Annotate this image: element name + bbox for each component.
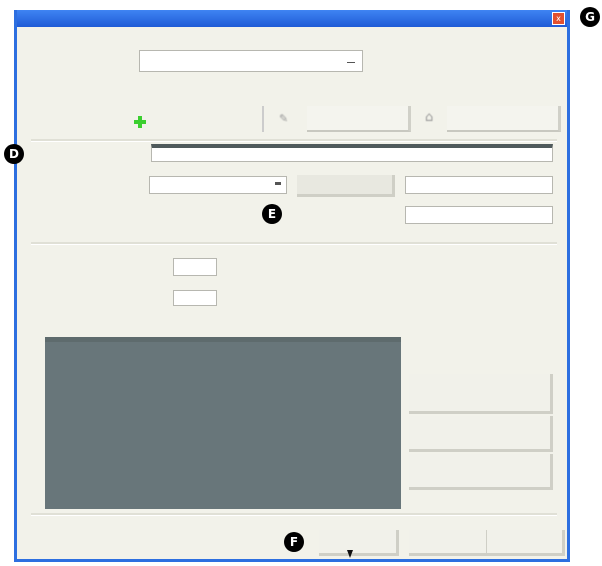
dialog-window: x ✎ ⌂ [14, 10, 570, 562]
remove-button[interactable] [447, 106, 561, 132]
close-icon: x [556, 14, 561, 23]
separator-3 [31, 513, 557, 516]
edit-icon[interactable]: ✎ [279, 112, 288, 125]
marker-g: G [580, 7, 600, 27]
marker-d: D [4, 144, 24, 164]
separator-1 [31, 139, 557, 142]
right-label-1-box [297, 175, 395, 197]
toolbar-divider [262, 106, 264, 132]
add-icon[interactable] [133, 115, 147, 129]
item-list[interactable] [45, 337, 401, 509]
row1-field[interactable] [139, 50, 363, 72]
right-field-1[interactable] [405, 176, 553, 194]
description-field[interactable] [151, 144, 553, 162]
marker-e: E [262, 204, 282, 224]
type-select[interactable] [149, 176, 287, 194]
side-button-1[interactable] [409, 374, 553, 414]
dropdown-indicator-icon [347, 62, 355, 63]
separator-2 [31, 242, 557, 245]
cancel-button[interactable] [409, 530, 489, 556]
title-bar[interactable]: x [17, 10, 567, 27]
check1-input[interactable] [173, 258, 217, 276]
marker-f: F [284, 532, 304, 552]
mouse-cursor-icon [347, 550, 353, 558]
delete-icon[interactable]: ⌂ [425, 110, 433, 125]
side-button-3[interactable] [409, 454, 553, 490]
edit-button[interactable] [307, 106, 411, 132]
chevron-down-icon[interactable] [275, 182, 281, 185]
help-button[interactable] [487, 530, 565, 556]
side-button-2[interactable] [409, 416, 553, 452]
ok-button[interactable] [319, 530, 399, 556]
check2-input[interactable] [173, 290, 217, 306]
right-field-2[interactable] [405, 206, 553, 224]
close-button[interactable]: x [552, 12, 565, 25]
